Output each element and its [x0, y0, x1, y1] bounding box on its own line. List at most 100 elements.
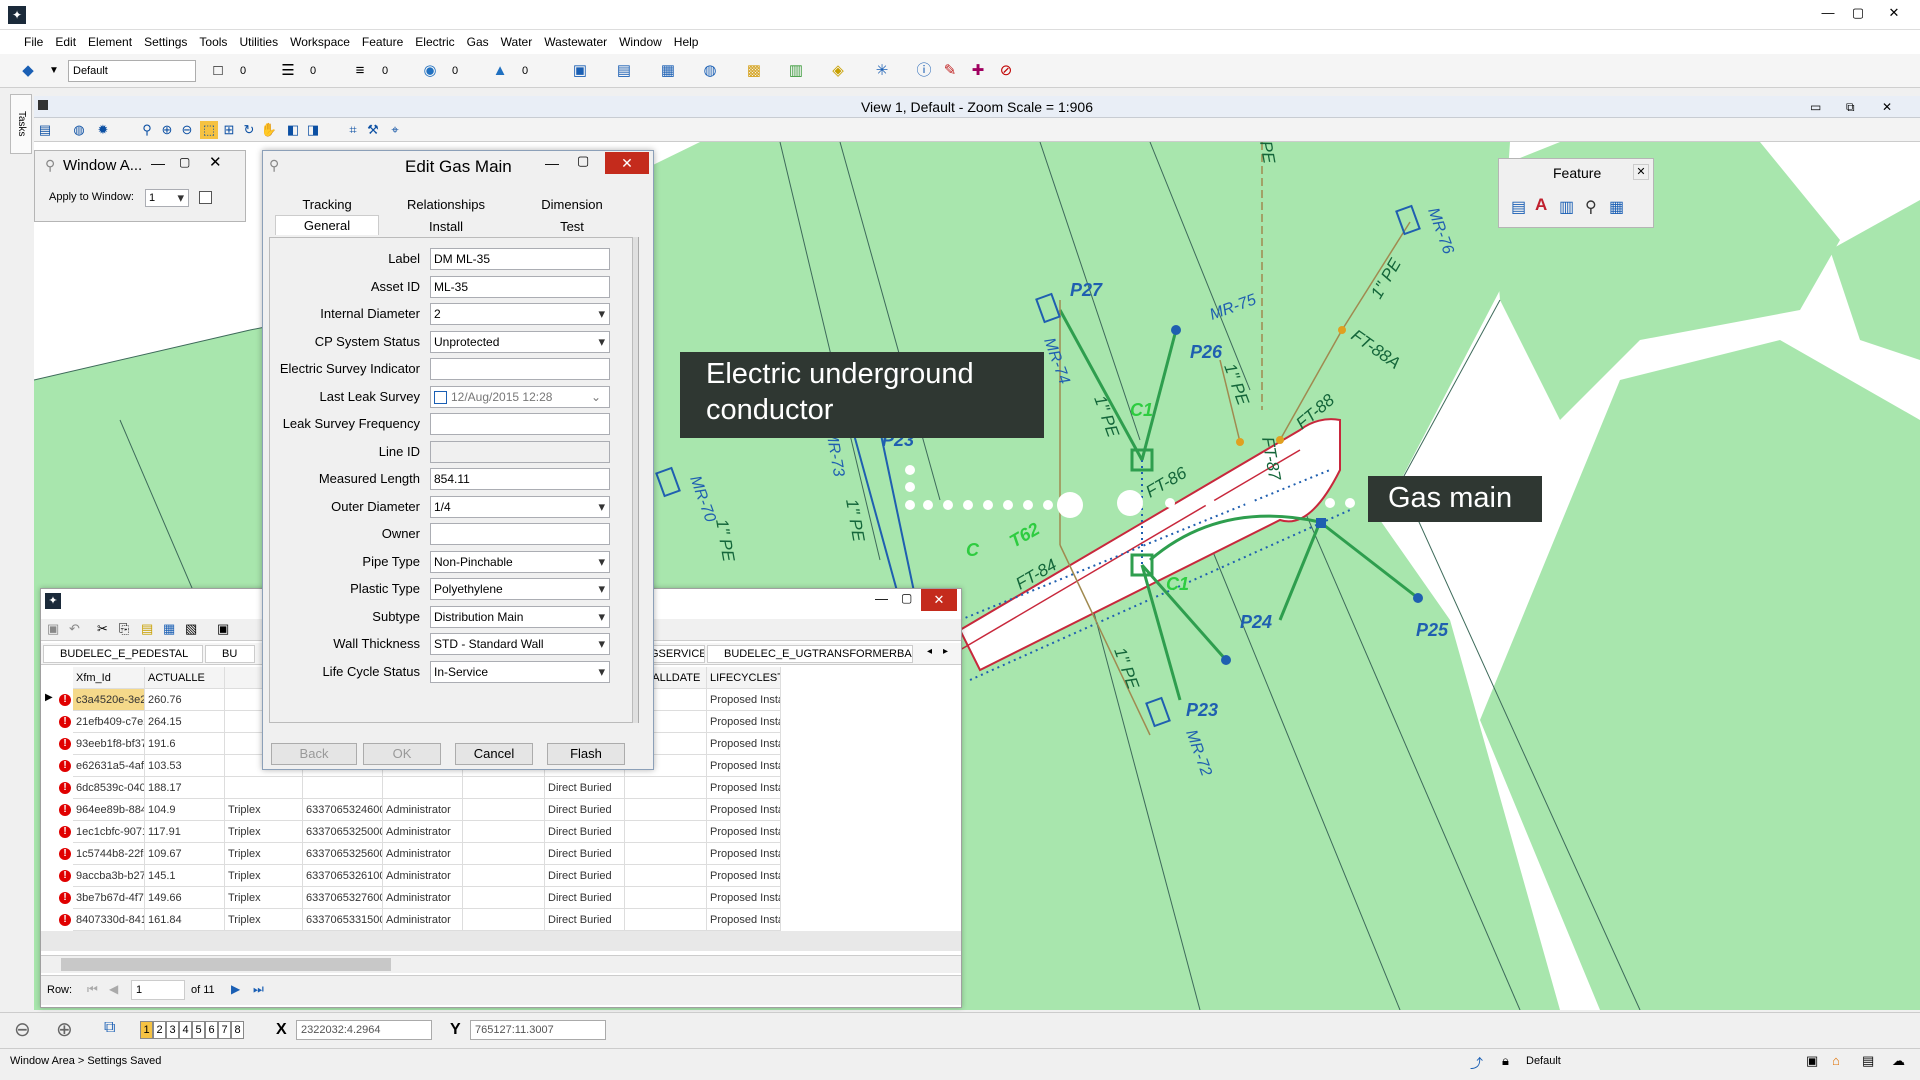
- cancel-button[interactable]: Cancel: [455, 743, 533, 765]
- review-feature-icon[interactable]: ⚲: [1585, 197, 1597, 217]
- table-cell[interactable]: 103.53: [145, 755, 225, 777]
- flash-button[interactable]: Flash: [547, 743, 625, 765]
- zoom-out-icon[interactable]: ⊖: [178, 121, 196, 139]
- panel-scrollbar[interactable]: [633, 237, 639, 723]
- table-cell[interactable]: Administrator: [383, 909, 463, 931]
- select-icon[interactable]: ▧: [185, 621, 197, 637]
- table-cell[interactable]: 109.67: [145, 843, 225, 865]
- panel-maximize-button[interactable]: ▢: [179, 155, 190, 169]
- level-select[interactable]: Default: [68, 60, 196, 82]
- table-cell[interactable]: 6dc8539c-0400-...: [73, 777, 145, 799]
- field-electric-survey-indicator[interactable]: [430, 358, 610, 380]
- view-minimize-button[interactable]: ▭: [1810, 96, 1821, 118]
- export-icon[interactable]: ▦: [163, 621, 175, 637]
- dialog-close-button[interactable]: ✕: [605, 152, 649, 174]
- column-header[interactable]: Xfm_Id: [73, 667, 145, 689]
- next-row-icon[interactable]: ▶: [231, 982, 240, 996]
- table-cell[interactable]: Direct Buried: [545, 843, 625, 865]
- view-attributes-icon[interactable]: ▤: [36, 121, 54, 139]
- first-row-icon[interactable]: ⏮: [87, 982, 98, 997]
- table-cell[interactable]: 1c5744b8-22f5-4...: [73, 843, 145, 865]
- menu-wastewater[interactable]: Wastewater: [544, 35, 607, 49]
- field-measured-length[interactable]: 854.11: [430, 468, 610, 490]
- table-cell[interactable]: 117.91: [145, 821, 225, 843]
- image-icon[interactable]: ▩: [744, 61, 764, 81]
- menu-tools[interactable]: Tools: [199, 35, 227, 49]
- view-page-5[interactable]: 5: [192, 1021, 205, 1039]
- table-cell[interactable]: Triplex: [225, 909, 303, 931]
- table-cell[interactable]: 149.66: [145, 887, 225, 909]
- table-cell[interactable]: [463, 909, 545, 931]
- table-cell[interactable]: Administrator: [383, 821, 463, 843]
- table-close-button[interactable]: ✕: [921, 589, 957, 611]
- field-outer-diameter[interactable]: 1/4: [430, 495, 610, 518]
- pin-icon[interactable]: ⚲: [45, 157, 55, 174]
- view-icon[interactable]: ▣: [570, 61, 590, 81]
- table-cell[interactable]: 9accba3b-b27d-...: [73, 865, 145, 887]
- tab-bu[interactable]: BU: [205, 645, 255, 663]
- table-cell[interactable]: [383, 777, 463, 799]
- table-maximize-button[interactable]: ▢: [901, 591, 912, 605]
- table-cell[interactable]: 264.15: [145, 711, 225, 733]
- table-cell[interactable]: Direct Buried: [545, 887, 625, 909]
- close-button[interactable]: ✕: [1876, 2, 1912, 24]
- paste-icon[interactable]: ▤: [141, 621, 153, 637]
- edit-icon[interactable]: ✎: [940, 61, 960, 81]
- table-cell[interactable]: Triplex: [225, 799, 303, 821]
- priority-icon[interactable]: ▲: [490, 61, 510, 81]
- home-icon[interactable]: ⌂: [1832, 1053, 1840, 1068]
- horizontal-scrollbar[interactable]: [41, 955, 961, 973]
- table-cell[interactable]: Administrator: [383, 865, 463, 887]
- line-weight-icon[interactable]: ≡: [350, 61, 370, 81]
- table-cell[interactable]: 21efb409-c7e2-4...: [73, 711, 145, 733]
- document-icon[interactable]: ▤: [614, 61, 634, 81]
- panel-close-button[interactable]: ✕: [209, 153, 222, 171]
- view-page-8[interactable]: 8: [231, 1021, 244, 1039]
- table-cell[interactable]: 6337065325600...: [303, 843, 383, 865]
- field-cp-system-status[interactable]: Unprotected: [430, 330, 610, 353]
- apply-to-window-select[interactable]: 1: [145, 189, 189, 207]
- view-page-6[interactable]: 6: [205, 1021, 218, 1039]
- cut-icon[interactable]: ✂: [97, 621, 108, 637]
- tab-tracking[interactable]: Tracking: [275, 195, 379, 215]
- menu-water[interactable]: Water: [501, 35, 533, 49]
- zoom-to-icon[interactable]: ▣: [217, 621, 229, 637]
- database-icon[interactable]: ▥: [786, 61, 806, 81]
- menu-window[interactable]: Window: [619, 35, 662, 49]
- field-last-leak-survey[interactable]: 12/Aug/2015 12:28 ⌄: [430, 385, 610, 408]
- menu-edit[interactable]: Edit: [55, 35, 76, 49]
- snap-icon[interactable]: ✳: [872, 61, 892, 81]
- tab-ugtransformer[interactable]: BUDELEC_E_UGTRANSFORMERBAN: [707, 645, 913, 663]
- disable-icon[interactable]: ⊘: [996, 61, 1016, 81]
- save-icon[interactable]: ▣: [47, 621, 59, 637]
- fit-view-icon[interactable]: ⊞: [220, 121, 238, 139]
- table-row[interactable]: !8407330d-8411-...161.84Triplex633706533…: [41, 909, 961, 931]
- field-pipe-type[interactable]: Non-Pinchable: [430, 550, 610, 573]
- menu-help[interactable]: Help: [674, 35, 699, 49]
- table-cell[interactable]: Proposed Install: [707, 689, 781, 711]
- field-subtype[interactable]: Distribution Main: [430, 605, 610, 628]
- table-cell[interactable]: Proposed Install: [707, 865, 781, 887]
- table-cell[interactable]: Triplex: [225, 865, 303, 887]
- table-cell[interactable]: [225, 777, 303, 799]
- table-cell[interactable]: [625, 865, 707, 887]
- scrollbar-thumb[interactable]: [61, 958, 391, 971]
- grid-icon[interactable]: ✚: [968, 61, 988, 81]
- transparency-icon[interactable]: ◉: [420, 61, 440, 81]
- dialog-pin-icon[interactable]: ⚲: [269, 157, 279, 174]
- table-cell[interactable]: [303, 777, 383, 799]
- table-cell[interactable]: Proposed Install: [707, 711, 781, 733]
- field-plastic-type[interactable]: Polyethylene: [430, 578, 610, 600]
- apply-checkbox[interactable]: [199, 191, 212, 204]
- table-cell[interactable]: e62631a5-4afb-4...: [73, 755, 145, 777]
- table-cell[interactable]: [463, 777, 545, 799]
- messages-icon[interactable]: ▤: [1862, 1053, 1874, 1069]
- table-cell[interactable]: 145.1: [145, 865, 225, 887]
- cloud-icon[interactable]: ☁: [1892, 1053, 1905, 1069]
- table-cell[interactable]: 191.6: [145, 733, 225, 755]
- table-cell[interactable]: Proposed Install: [707, 887, 781, 909]
- window-area-icon[interactable]: ⬚: [200, 121, 218, 139]
- camera-icon[interactable]: ⌖: [386, 121, 404, 139]
- menu-feature[interactable]: Feature: [362, 35, 403, 49]
- layers-icon[interactable]: ◈: [828, 61, 848, 81]
